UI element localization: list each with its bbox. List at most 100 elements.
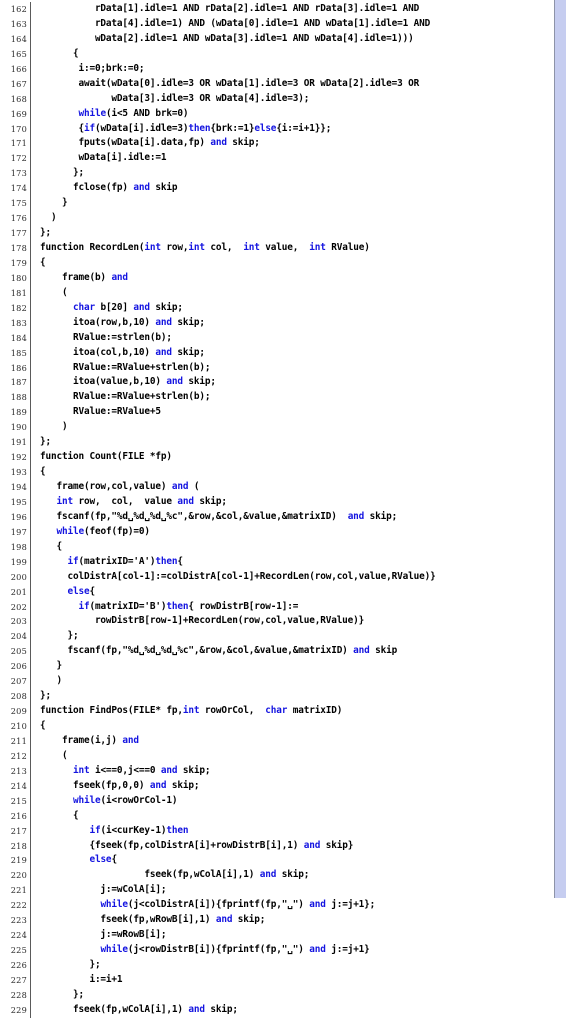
code-line[interactable]: 169 while(i<5 AND brk=0) — [0, 106, 554, 122]
code-line[interactable]: 201 else{ — [0, 584, 554, 600]
code-text[interactable]: fseek(fp,wRowB[i],1) and skip; — [31, 913, 554, 928]
code-text[interactable]: }; — [31, 166, 554, 181]
code-line[interactable]: 162 rData[1].idle=1 AND rData[2].idle=1 … — [0, 2, 554, 17]
code-line[interactable]: 223 fseek(fp,wRowB[i],1) and skip; — [0, 913, 554, 929]
code-text[interactable]: function FindPos(FILE* fp,int rowOrCol, … — [31, 704, 554, 719]
code-text[interactable]: fseek(fp,wColA[i],1) and skip; — [31, 868, 554, 883]
code-line[interactable]: 194 frame(row,col,value) and ( — [0, 480, 554, 495]
code-line[interactable]: 176 ) — [0, 211, 554, 227]
code-listing[interactable]: 162 rData[1].idle=1 AND rData[2].idle=1 … — [0, 0, 554, 1018]
code-text[interactable]: fputs(wData[i].data,fp) and skip; — [31, 136, 554, 151]
code-text[interactable]: { — [31, 719, 554, 734]
code-text[interactable]: }; — [31, 988, 554, 1003]
code-line[interactable]: 213 int i<==0,j<==0 and skip; — [0, 763, 554, 779]
code-line[interactable]: 214 fseek(fp,0,0) and skip; — [0, 778, 554, 794]
code-line[interactable]: 171 fputs(wData[i].data,fp) and skip; — [0, 136, 554, 152]
code-text[interactable]: RValue:=RValue+strlen(b); — [31, 361, 554, 376]
code-text[interactable]: function Count(FILE *fp) — [31, 450, 554, 465]
code-line[interactable]: 190 ) — [0, 420, 554, 436]
code-text[interactable]: itoa(row,b,10) and skip; — [31, 316, 554, 331]
code-line[interactable]: 191}; — [0, 435, 554, 451]
code-text[interactable]: RValue:=RValue+strlen(b); — [31, 390, 554, 405]
code-line[interactable]: 197 while(feof(fp)=0) — [0, 524, 554, 540]
code-text[interactable]: fseek(fp,wColA[i],1) and skip; — [31, 1003, 554, 1018]
code-line[interactable]: 172 wData[i].idle:=1 — [0, 151, 554, 167]
code-text[interactable]: { — [31, 465, 554, 480]
code-line[interactable]: 218 {fseek(fp,colDistrA[i]+rowDistrB[i],… — [0, 838, 554, 854]
code-line[interactable]: 225 while(j<rowDistrB[i]){fprintf(fp,"␣"… — [0, 943, 554, 958]
code-text[interactable]: {fseek(fp,colDistrA[i]+rowDistrB[i],1) a… — [31, 839, 554, 854]
code-text[interactable]: } — [31, 196, 554, 211]
code-text[interactable]: wData[i].idle:=1 — [31, 151, 554, 166]
code-text[interactable]: frame(i,j) and — [31, 734, 554, 749]
code-text[interactable]: { — [31, 540, 554, 555]
code-line[interactable]: 208}; — [0, 689, 554, 705]
code-text[interactable]: if(i<curKey-1)then — [31, 824, 554, 839]
code-text[interactable]: wData[3].idle=3 OR wData[4].idle=3); — [31, 92, 554, 107]
code-text[interactable]: ) — [31, 211, 554, 226]
code-text[interactable]: while(i<rowOrCol-1) — [31, 794, 554, 809]
code-line[interactable]: 198 { — [0, 539, 554, 555]
code-text[interactable]: i:=0;brk:=0; — [31, 62, 554, 77]
code-text[interactable]: RValue:=RValue+5 — [31, 405, 554, 420]
code-line[interactable]: 189 RValue:=RValue+5 — [0, 405, 554, 421]
code-line[interactable]: 202 if(matrixID='B')then{ rowDistrB[row-… — [0, 599, 554, 615]
code-line[interactable]: 177}; — [0, 226, 554, 241]
code-text[interactable]: else{ — [31, 853, 554, 868]
code-line[interactable]: 203 rowDistrB[row-1]+RecordLen(row,col,v… — [0, 614, 554, 630]
code-text[interactable]: else{ — [31, 585, 554, 600]
code-text[interactable]: { — [31, 256, 554, 271]
code-text[interactable]: fclose(fp) and skip — [31, 181, 554, 196]
code-text[interactable]: j:=wRowB[i]; — [31, 928, 554, 943]
code-line[interactable]: 174 fclose(fp) and skip — [0, 181, 554, 197]
code-line[interactable]: 170 {if(wData[i].idle=3)then{brk:=1}else… — [0, 121, 554, 137]
code-line[interactable]: 188 RValue:=RValue+strlen(b); — [0, 390, 554, 406]
code-line[interactable]: 163 rData[4].idle=1) AND (wData[0].idle=… — [0, 16, 554, 32]
code-line[interactable]: 196 fscanf(fp,"%d␣%d␣%d␣%c",&row,&col,&v… — [0, 509, 554, 525]
code-text[interactable]: rData[4].idle=1) AND (wData[0].idle=1 AN… — [31, 17, 554, 32]
code-text[interactable]: j:=wColA[i]; — [31, 883, 554, 898]
code-text[interactable]: itoa(value,b,10) and skip; — [31, 375, 554, 390]
code-text[interactable]: ( — [31, 749, 554, 764]
code-text[interactable]: wData[2].idle=1 AND wData[3].idle=1 AND … — [31, 32, 554, 47]
code-line[interactable]: 220 fseek(fp,wColA[i],1) and skip; — [0, 868, 554, 884]
code-line[interactable]: 221 j:=wColA[i]; — [0, 883, 554, 899]
code-text[interactable]: int i<==0,j<==0 and skip; — [31, 764, 554, 779]
code-line[interactable]: 217 if(i<curKey-1)then — [0, 823, 554, 839]
code-text[interactable]: }; — [31, 629, 554, 644]
code-text[interactable]: }; — [31, 226, 554, 241]
code-line[interactable]: 192 function Count(FILE *fp) — [0, 450, 554, 466]
code-line[interactable]: 173 }; — [0, 166, 554, 182]
code-line[interactable]: 224 j:=wRowB[i]; — [0, 928, 554, 944]
code-text[interactable]: i:=i+1 — [31, 973, 554, 988]
code-text[interactable]: while(j<colDistrA[i]){fprintf(fp,"␣") an… — [31, 898, 554, 913]
code-line[interactable]: 178 function RecordLen(int row,int col, i… — [0, 241, 554, 256]
code-text[interactable]: } — [31, 659, 554, 674]
code-line[interactable]: 227 i:=i+1 — [0, 972, 554, 988]
code-text[interactable]: fscanf(fp,"%d␣%d␣%d␣%c",&row,&col,&value… — [31, 510, 554, 525]
code-text[interactable]: ) — [31, 420, 554, 435]
code-line[interactable]: 209 function FindPos(FILE* fp,int rowOrCo… — [0, 704, 554, 719]
code-line[interactable]: 212 ( — [0, 748, 554, 764]
code-text[interactable]: { — [31, 47, 554, 62]
code-line[interactable]: 186 RValue:=RValue+strlen(b); — [0, 360, 554, 376]
code-text[interactable]: colDistrA[col-1]:=colDistrA[col-1]+Recor… — [31, 570, 554, 585]
code-line[interactable]: 167 await(wData[0].idle=3 OR wData[1].id… — [0, 76, 554, 92]
code-text[interactable]: itoa(col,b,10) and skip; — [31, 346, 554, 361]
code-line[interactable]: 210 { — [0, 719, 554, 734]
code-line[interactable]: 168 wData[3].idle=3 OR wData[4].idle=3); — [0, 91, 554, 107]
code-text[interactable]: if(matrixID='A')then{ — [31, 555, 554, 570]
code-line[interactable]: 207 ) — [0, 674, 554, 690]
code-text[interactable]: if(matrixID='B')then{ rowDistrB[row-1]:= — [31, 600, 554, 615]
code-line[interactable]: 181 ( — [0, 285, 554, 301]
code-line[interactable]: 229 fseek(fp,wColA[i],1) and skip; — [0, 1002, 554, 1018]
code-line[interactable]: 222 while(j<colDistrA[i]){fprintf(fp,"␣"… — [0, 898, 554, 914]
code-text[interactable]: function RecordLen(int row,int col, int … — [31, 241, 554, 256]
code-line[interactable]: 215 while(i<rowOrCol-1) — [0, 793, 554, 809]
code-text[interactable]: while(j<rowDistrB[i]){fprintf(fp,"␣") an… — [31, 943, 554, 958]
code-text[interactable]: ) — [31, 674, 554, 689]
code-text[interactable]: }; — [31, 689, 554, 704]
code-line[interactable]: 219 else{ — [0, 853, 554, 869]
code-line[interactable]: 228 }; — [0, 987, 554, 1003]
code-line[interactable]: 199 if(matrixID='A')then{ — [0, 554, 554, 570]
